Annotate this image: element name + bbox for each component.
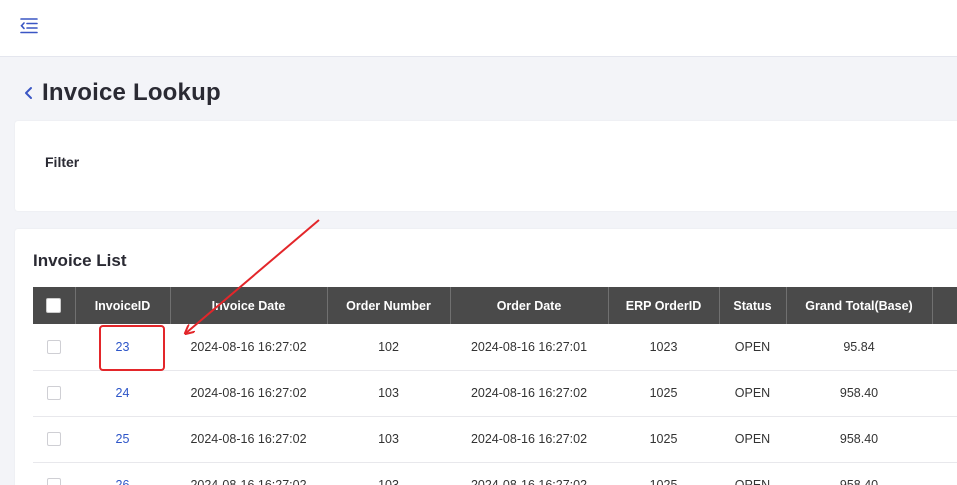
invoice-date-cell: 2024-08-16 16:27:02 <box>170 416 327 463</box>
table-header-row: InvoiceID Invoice Date Order Number Orde… <box>33 287 957 324</box>
invoice-id-cell: 26 <box>75 462 170 485</box>
column-header-invoice-date[interactable]: Invoice Date <box>170 287 328 324</box>
order-date-cell: 2024-08-16 16:27:02 <box>450 462 608 485</box>
order-date-cell: 2024-08-16 16:27:01 <box>450 324 608 371</box>
order-number-cell: 103 <box>327 370 450 417</box>
column-header-order-date[interactable]: Order Date <box>450 287 609 324</box>
chevron-left-icon[interactable] <box>22 84 36 102</box>
invoice-date-cell: 2024-08-16 16:27:02 <box>170 462 327 485</box>
extra-cell <box>932 370 957 417</box>
row-checkbox[interactable] <box>47 340 61 355</box>
column-header-order-number[interactable]: Order Number <box>327 287 451 324</box>
invoice-date-cell: 2024-08-16 16:27:02 <box>170 370 327 417</box>
status-cell: OPEN <box>719 416 786 463</box>
invoice-id-link[interactable]: 23 <box>116 340 130 354</box>
select-all-checkbox[interactable] <box>46 298 62 314</box>
invoice-id-cell: 25 <box>75 416 170 463</box>
status-cell: OPEN <box>719 462 786 485</box>
table-row[interactable]: 23 2024-08-16 16:27:02 102 2024-08-16 16… <box>33 324 957 371</box>
extra-cell <box>932 416 957 463</box>
invoice-list-panel: Invoice List InvoiceID Invoice Date Orde… <box>15 229 957 485</box>
table-row[interactable]: 25 2024-08-16 16:27:02 103 2024-08-16 16… <box>33 416 957 463</box>
invoice-id-link[interactable]: 25 <box>116 432 130 446</box>
row-select-cell <box>33 462 75 485</box>
grand-total-cell: 958.40 <box>786 416 932 463</box>
invoice-table: InvoiceID Invoice Date Order Number Orde… <box>33 287 957 485</box>
erp-order-id-cell: 1023 <box>608 324 719 371</box>
column-header-extra <box>932 287 957 324</box>
menu-collapse-icon[interactable] <box>19 17 39 35</box>
erp-order-id-cell: 1025 <box>608 370 719 417</box>
filter-panel: Filter <box>15 121 957 211</box>
invoice-date-cell: 2024-08-16 16:27:02 <box>170 324 327 371</box>
row-select-cell <box>33 370 75 417</box>
order-date-cell: 2024-08-16 16:27:02 <box>450 416 608 463</box>
column-header-status[interactable]: Status <box>719 287 787 324</box>
top-bar <box>0 0 957 57</box>
invoice-id-link[interactable]: 26 <box>116 478 130 485</box>
erp-order-id-cell: 1025 <box>608 416 719 463</box>
column-header-grand-total[interactable]: Grand Total(Base) <box>786 287 933 324</box>
table-row[interactable]: 26 2024-08-16 16:27:02 103 2024-08-16 16… <box>33 462 957 485</box>
column-header-invoice-id[interactable]: InvoiceID <box>75 287 171 324</box>
extra-cell <box>932 324 957 371</box>
page-title: Invoice Lookup <box>42 79 221 106</box>
order-number-cell: 103 <box>327 462 450 485</box>
grand-total-cell: 958.40 <box>786 462 932 485</box>
grand-total-cell: 958.40 <box>786 370 932 417</box>
order-number-cell: 102 <box>327 324 450 371</box>
invoice-id-cell: 24 <box>75 370 170 417</box>
invoice-list-title: Invoice List <box>33 251 127 270</box>
row-checkbox[interactable] <box>47 386 61 401</box>
invoice-id-cell: 23 <box>75 324 170 371</box>
page-header: Invoice Lookup <box>22 78 221 108</box>
status-cell: OPEN <box>719 324 786 371</box>
grand-total-cell: 95.84 <box>786 324 932 371</box>
row-select-cell <box>33 324 75 371</box>
status-cell: OPEN <box>719 370 786 417</box>
select-all-cell <box>33 287 76 324</box>
row-checkbox[interactable] <box>47 478 61 485</box>
erp-order-id-cell: 1025 <box>608 462 719 485</box>
row-checkbox[interactable] <box>47 432 61 447</box>
order-date-cell: 2024-08-16 16:27:02 <box>450 370 608 417</box>
filter-title[interactable]: Filter <box>45 154 79 170</box>
invoice-id-link[interactable]: 24 <box>116 386 130 400</box>
order-number-cell: 103 <box>327 416 450 463</box>
extra-cell <box>932 462 957 485</box>
row-select-cell <box>33 416 75 463</box>
column-header-erp-order-id[interactable]: ERP OrderID <box>608 287 720 324</box>
table-row[interactable]: 24 2024-08-16 16:27:02 103 2024-08-16 16… <box>33 370 957 417</box>
